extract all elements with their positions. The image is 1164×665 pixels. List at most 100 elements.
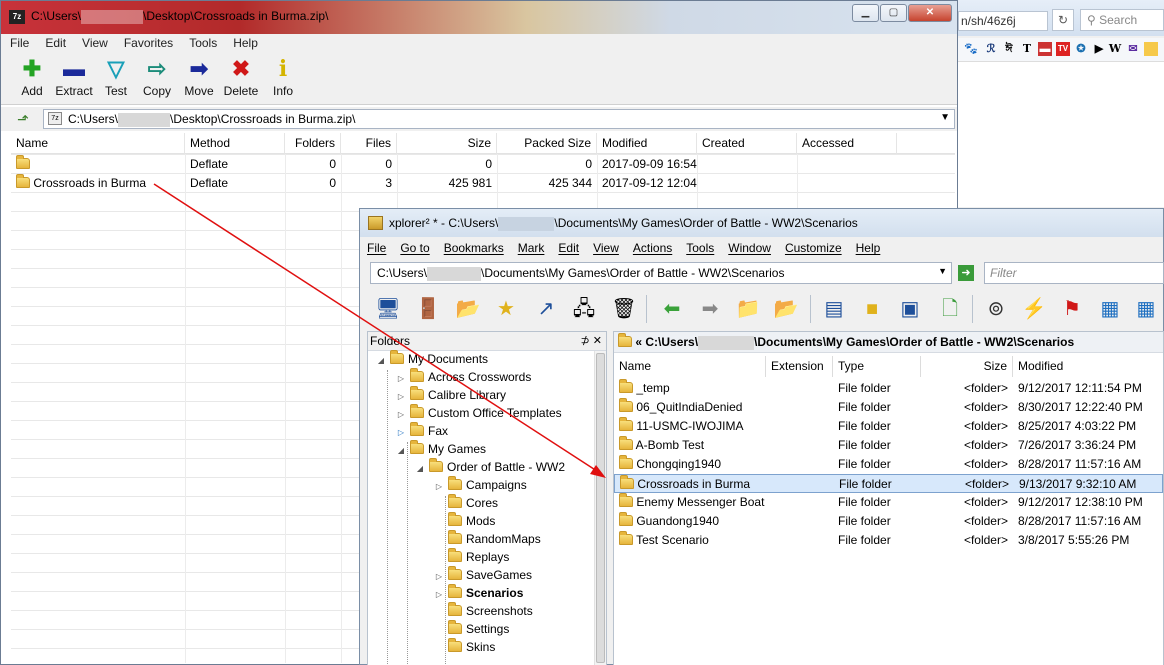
menu-favorites[interactable]: Favorites — [115, 34, 180, 53]
list-item[interactable]: 11-USMC-IWOJIMA File folder <folder> 8/2… — [614, 417, 1163, 436]
list-item[interactable]: A-Bomb Test File folder <folder> 7/26/20… — [614, 436, 1163, 455]
recycle-bin-icon[interactable]: 🗑 — [608, 293, 640, 325]
network-icon[interactable]: 🖧 — [568, 293, 600, 325]
tree-node-my-documents[interactable]: ◢ My Documents — [376, 350, 488, 370]
col-files[interactable]: Files — [341, 133, 397, 154]
col-created[interactable]: Created — [697, 133, 797, 154]
close-button[interactable]: ✕ — [908, 4, 952, 22]
go-arrow-icon[interactable]: ➜ — [958, 265, 974, 281]
menu-view[interactable]: View — [73, 34, 115, 53]
properties-icon[interactable]: ▣ — [894, 293, 926, 325]
col-name[interactable]: Name — [11, 133, 185, 154]
xplorer-address-field[interactable]: C:\Users\ \Documents\My Games\Order of Ba… — [370, 262, 952, 284]
up-folder-icon[interactable]: ⬏ — [13, 110, 33, 128]
tree-node[interactable]: ◢ My Games — [396, 440, 486, 460]
folders-scrollbar[interactable] — [594, 351, 606, 665]
info-button[interactable]: i Info — [262, 57, 304, 103]
col-packed-size[interactable]: Packed Size — [497, 133, 597, 154]
list-item[interactable]: 06_QuitIndiaDenied File folder <folder> … — [614, 398, 1163, 417]
menu-file[interactable]: File — [360, 238, 393, 258]
menu-help[interactable]: Help — [224, 34, 265, 53]
folder-open-icon[interactable]: 📂 — [770, 293, 802, 325]
monitor-icon[interactable]: 🖥 — [372, 293, 404, 325]
flag-icon[interactable]: ⚑ — [1056, 293, 1088, 325]
col-size[interactable]: Size — [921, 356, 1013, 377]
tree-node[interactable]: Mods — [434, 512, 495, 532]
tree-node[interactable]: ▷ Campaigns — [434, 476, 527, 496]
tree-node[interactable]: ◢ Order of Battle - WW2 — [415, 458, 565, 478]
door-icon[interactable]: 🚪 — [412, 293, 444, 325]
tree-node[interactable]: Replays — [434, 548, 509, 568]
folder-up-icon[interactable]: 📁 — [732, 293, 764, 325]
filter-funnel-icon[interactable]: ⚡ — [1018, 293, 1050, 325]
list-item[interactable]: _temp File folder <folder> 9/12/2017 12:… — [614, 379, 1163, 398]
list-item[interactable]: Enemy Messenger Boat File folder <folder… — [614, 493, 1163, 512]
tree-node-scenarios[interactable]: ▷ Scenarios — [434, 584, 523, 604]
filter-input[interactable]: Filter — [984, 262, 1164, 284]
menu-mark[interactable]: Mark — [511, 238, 552, 258]
browser-url-field[interactable]: n/sh/46z6j — [958, 11, 1048, 31]
shortcut-icon[interactable]: ↗ — [530, 293, 562, 325]
bookmark-icon[interactable]: ▬ — [1038, 42, 1052, 56]
bookmark-icon[interactable]: ℛ — [984, 42, 998, 56]
new-file-icon[interactable]: 🗋 — [934, 293, 966, 325]
menu-edit[interactable]: Edit — [551, 238, 586, 258]
menu-file[interactable]: File — [1, 34, 36, 53]
split-pane-icon[interactable]: ▤ — [818, 293, 850, 325]
extract-button[interactable]: ▬ Extract — [53, 57, 95, 103]
bookmark-icon[interactable]: ▶ — [1092, 42, 1106, 56]
browser-search-field[interactable]: ⚲ Search — [1080, 9, 1164, 31]
list-item-selected[interactable]: Crossroads in Burma File folder <folder>… — [614, 474, 1163, 493]
col-size[interactable]: Size — [397, 133, 497, 154]
tree-node[interactable]: Cores — [434, 494, 498, 514]
col-extension[interactable]: Extension — [766, 356, 833, 377]
maximize-button[interactable]: ▢ — [880, 4, 907, 22]
mail-bookmark-icon[interactable]: ✉ — [1126, 42, 1140, 56]
wikipedia-bookmark-icon[interactable]: W — [1108, 42, 1122, 56]
chevron-down-icon[interactable]: ▼ — [938, 266, 947, 276]
menu-actions[interactable]: Actions — [626, 238, 679, 258]
tree-node[interactable]: Skins — [434, 638, 495, 658]
col-type[interactable]: Type — [833, 356, 921, 377]
menu-bookmarks[interactable]: Bookmarks — [437, 238, 511, 258]
table-row[interactable]: Crossroads in Burma Deflate 0 3 425 981 … — [11, 174, 955, 193]
bookmark-icon[interactable] — [1144, 42, 1158, 56]
star-folder-icon[interactable]: ★ — [490, 293, 522, 325]
forward-arrow-icon[interactable]: ➡ — [694, 293, 726, 325]
move-button[interactable]: ➡ Move — [178, 57, 220, 103]
binoculars-icon[interactable]: ⊚ — [980, 293, 1012, 325]
reload-icon[interactable]: ↻ — [1052, 9, 1074, 31]
copy-button[interactable]: ⇨ Copy — [136, 57, 178, 103]
tree-node[interactable]: ▷ Custom Office Templates — [396, 404, 562, 424]
col-name[interactable]: Name — [614, 356, 766, 377]
col-modified[interactable]: Modified — [597, 133, 697, 154]
menu-goto[interactable]: Go to — [393, 238, 436, 258]
bookmark-icon[interactable]: ঈ — [1002, 42, 1016, 56]
tree-node[interactable]: ▷ Fax — [396, 422, 448, 442]
list-item[interactable]: Chongqing1940 File folder <folder> 8/28/… — [614, 455, 1163, 474]
list-item[interactable]: Guandong1940 File folder <folder> 8/28/2… — [614, 512, 1163, 531]
menu-tools[interactable]: Tools — [180, 34, 224, 53]
7zip-path-field[interactable]: 7z C:\Users\ \Desktop\Crossroads in Burma… — [43, 109, 955, 129]
col-accessed[interactable]: Accessed — [797, 133, 897, 154]
menu-window[interactable]: Window — [721, 238, 778, 258]
table-row[interactable]: Deflate 0 0 0 0 2017-09-09 16:54 — [11, 155, 955, 174]
menu-help[interactable]: Help — [849, 238, 888, 258]
col-modified[interactable]: Modified — [1013, 356, 1163, 377]
back-arrow-icon[interactable]: ⬅ — [656, 293, 688, 325]
bookmark-icon[interactable]: ✪ — [1074, 42, 1088, 56]
nyt-bookmark-icon[interactable]: T — [1020, 42, 1034, 56]
bookmark-icon[interactable]: 🐾 — [964, 42, 978, 56]
menu-customize[interactable]: Customize — [778, 238, 849, 258]
test-button[interactable]: ▽ Test — [95, 57, 137, 103]
pin-close-icons[interactable]: ⊅ ✕ — [581, 334, 603, 347]
menu-view[interactable]: View — [586, 238, 626, 258]
view-tiles-icon[interactable]: ▦ — [1130, 293, 1162, 325]
bookmark-icon[interactable]: TV — [1056, 42, 1070, 56]
view-grid-icon[interactable]: ▦ — [1094, 293, 1126, 325]
delete-button[interactable]: ✖ Delete — [220, 57, 262, 103]
col-folders[interactable]: Folders — [285, 133, 341, 154]
col-method[interactable]: Method — [185, 133, 285, 154]
menu-tools[interactable]: Tools — [679, 238, 721, 258]
add-button[interactable]: ✚ Add — [11, 57, 53, 103]
